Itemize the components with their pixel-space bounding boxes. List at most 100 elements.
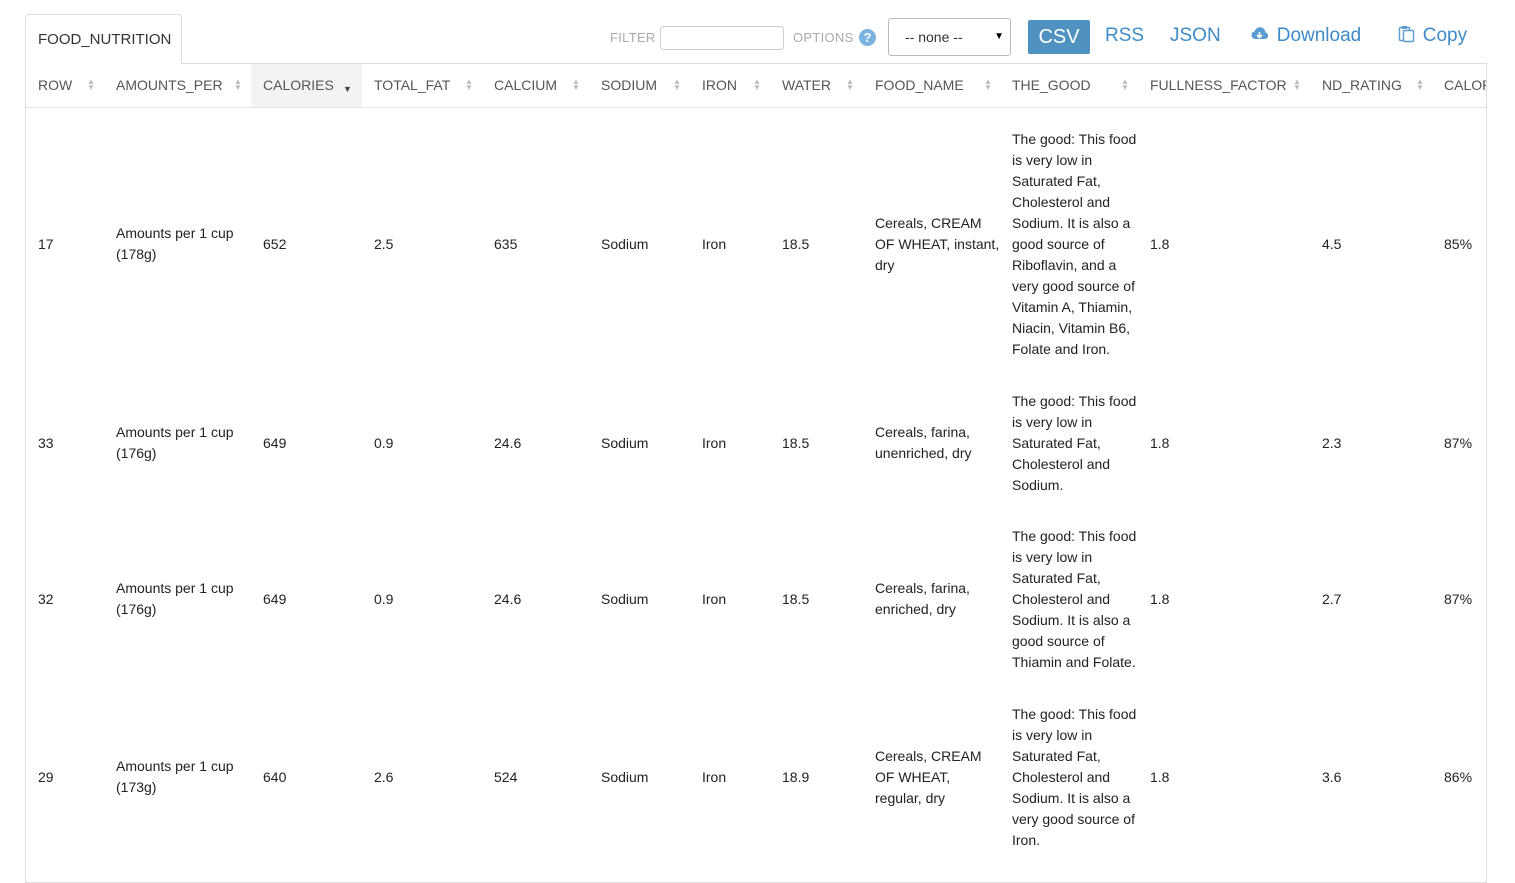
sort-icon: ▲ ▼: [673, 77, 681, 92]
cell-calor: 86%: [1444, 768, 1473, 785]
column-header-iron[interactable]: IRON ▲ ▼: [690, 64, 770, 108]
cell-sodium: Sodium: [601, 768, 649, 785]
sort-descending-icon: ▼: [343, 84, 352, 94]
cell-total-fat: 2.6: [374, 768, 394, 785]
sort-icon: ▲ ▼: [1416, 77, 1424, 92]
table-row: 33 Amounts per 1 cup (176g) 649 0.9 24.6…: [26, 381, 1486, 505]
table-row: 29 Amounts per 1 cup (173g) 640 2.6 524 …: [26, 693, 1486, 861]
cell-amounts-per: Amounts per 1 cup (176g): [116, 580, 234, 617]
options-select[interactable]: -- none -- ▼: [888, 18, 1011, 56]
cell-calories: 649: [263, 590, 287, 607]
copy-label: Copy: [1422, 25, 1468, 46]
cell-water: 18.5: [782, 235, 810, 252]
rss-link[interactable]: RSS: [1105, 24, 1144, 48]
cell-sodium: Sodium: [601, 434, 649, 451]
cell-food-name: Cereals, CREAM OF WHEAT, instant, dry: [875, 214, 1000, 273]
sort-icon: ▲ ▼: [846, 77, 854, 92]
download-link[interactable]: Download: [1250, 24, 1361, 48]
cell-calories: 640: [263, 768, 287, 785]
column-header-food-name[interactable]: FOOD_NAME ▲ ▼: [863, 64, 1000, 108]
sort-icon: ▲ ▼: [1293, 77, 1301, 92]
cell-calor: 85%: [1444, 235, 1473, 252]
table-row: 17 Amounts per 1 cup (178g) 652 2.5 635 …: [26, 107, 1486, 381]
cell-nd-rating: 3.6: [1322, 768, 1342, 785]
cell-food-name: Cereals, farina, unenriched, dry: [875, 424, 972, 461]
csv-button[interactable]: CSV: [1028, 20, 1090, 54]
sort-icon: ▲ ▼: [984, 77, 992, 92]
sort-icon: ▲ ▼: [234, 77, 242, 92]
cell-calor: 87%: [1444, 434, 1473, 451]
cell-row: 17: [38, 235, 54, 252]
cell-fullness-factor: 1.8: [1150, 235, 1170, 252]
sort-icon: ▲ ▼: [87, 77, 95, 92]
cell-food-name: Cereals, CREAM OF WHEAT, regular, dry: [875, 747, 982, 806]
cell-calor: 87%: [1444, 590, 1473, 607]
cell-water: 18.9: [782, 768, 810, 785]
column-header-nd-rating[interactable]: ND_RATING ▲ ▼: [1310, 64, 1432, 108]
options-select-value: -- none --: [905, 29, 963, 45]
download-label: Download: [1276, 25, 1362, 46]
data-table: ROW ▲ ▼ AMOUNTS_PER ▲ ▼ CALORIES ▼ TOTAL_FAT ▲…: [26, 64, 1486, 861]
cloud-download-icon: [1250, 26, 1274, 45]
cell-food-name: Cereals, farina, enriched, dry: [875, 580, 970, 617]
cell-amounts-per: Amounts per 1 cup (173g): [116, 758, 234, 795]
cell-calories: 652: [263, 235, 287, 252]
filter-label: FILTER: [610, 30, 656, 45]
header-row: ROW ▲ ▼ AMOUNTS_PER ▲ ▼ CALORIES ▼ TOTAL_FAT ▲…: [26, 64, 1486, 108]
cell-the-good: The good: This food is very low in Satur…: [1012, 392, 1137, 493]
help-icon[interactable]: ?: [859, 29, 876, 46]
cell-nd-rating: 4.5: [1322, 235, 1342, 252]
column-header-calor[interactable]: CALOR: [1432, 64, 1486, 108]
column-header-total-fat[interactable]: TOTAL_FAT ▲ ▼: [362, 64, 482, 108]
cell-fullness-factor: 1.8: [1150, 768, 1170, 785]
table-tab[interactable]: FOOD_NUTRITION: [25, 14, 182, 64]
cell-iron: Iron: [702, 434, 727, 451]
column-header-the-good[interactable]: THE_GOOD ▲ ▼: [1000, 64, 1138, 108]
cell-water: 18.5: [782, 590, 810, 607]
cell-fullness-factor: 1.8: [1150, 434, 1170, 451]
column-header-water[interactable]: WATER ▲ ▼: [770, 64, 863, 108]
cell-nd-rating: 2.7: [1322, 590, 1342, 607]
cell-amounts-per: Amounts per 1 cup (178g): [116, 225, 234, 263]
sort-icon: ▲ ▼: [1121, 77, 1129, 92]
cell-row: 32: [38, 590, 54, 607]
sort-icon: ▲ ▼: [572, 77, 580, 92]
column-header-fullness-factor[interactable]: FULLNESS_FACTOR ▲ ▼: [1138, 64, 1310, 108]
cell-fullness-factor: 1.8: [1150, 590, 1170, 607]
column-header-calcium[interactable]: CALCIUM ▲ ▼: [482, 64, 589, 108]
cell-nd-rating: 2.3: [1322, 434, 1342, 451]
table-panel: ROW ▲ ▼ AMOUNTS_PER ▲ ▼ CALORIES ▼ TOTAL_FAT ▲…: [25, 63, 1487, 883]
filter-input[interactable]: [660, 26, 784, 50]
cell-iron: Iron: [702, 768, 727, 785]
clipboard-icon: [1398, 26, 1420, 45]
sort-icon: ▲ ▼: [465, 77, 473, 92]
cell-the-good: The good: This food is very low in Satur…: [1012, 527, 1137, 670]
cell-row: 33: [38, 434, 54, 451]
column-header-row[interactable]: ROW ▲ ▼: [26, 64, 104, 108]
cell-water: 18.5: [782, 434, 810, 451]
column-header-sodium[interactable]: SODIUM ▲ ▼: [589, 64, 690, 108]
json-link[interactable]: JSON: [1170, 24, 1221, 48]
column-header-calories[interactable]: CALORIES ▼: [251, 64, 362, 108]
cell-calories: 649: [263, 434, 287, 451]
chevron-down-icon: ▼: [994, 31, 1004, 42]
cell-amounts-per: Amounts per 1 cup (176g): [116, 424, 234, 461]
table-row: 32 Amounts per 1 cup (176g) 649 0.9 24.6…: [26, 505, 1486, 693]
column-header-amounts-per[interactable]: AMOUNTS_PER ▲ ▼: [104, 64, 251, 108]
sort-icon: ▲ ▼: [753, 77, 761, 92]
cell-iron: Iron: [702, 235, 727, 252]
cell-calcium: 524: [494, 768, 518, 785]
cell-calcium: 24.6: [494, 590, 522, 607]
cell-sodium: Sodium: [601, 590, 649, 607]
cell-total-fat: 2.5: [374, 235, 394, 252]
cell-calcium: 24.6: [494, 434, 522, 451]
cell-the-good: The good: This food is very low in Satur…: [1012, 130, 1137, 357]
options-label: OPTIONS: [793, 30, 854, 45]
copy-link[interactable]: Copy: [1398, 24, 1467, 48]
cell-total-fat: 0.9: [374, 590, 394, 607]
cell-iron: Iron: [702, 590, 727, 607]
cell-sodium: Sodium: [601, 235, 649, 252]
cell-calcium: 635: [494, 235, 518, 252]
cell-total-fat: 0.9: [374, 434, 394, 451]
cell-row: 29: [38, 768, 54, 785]
